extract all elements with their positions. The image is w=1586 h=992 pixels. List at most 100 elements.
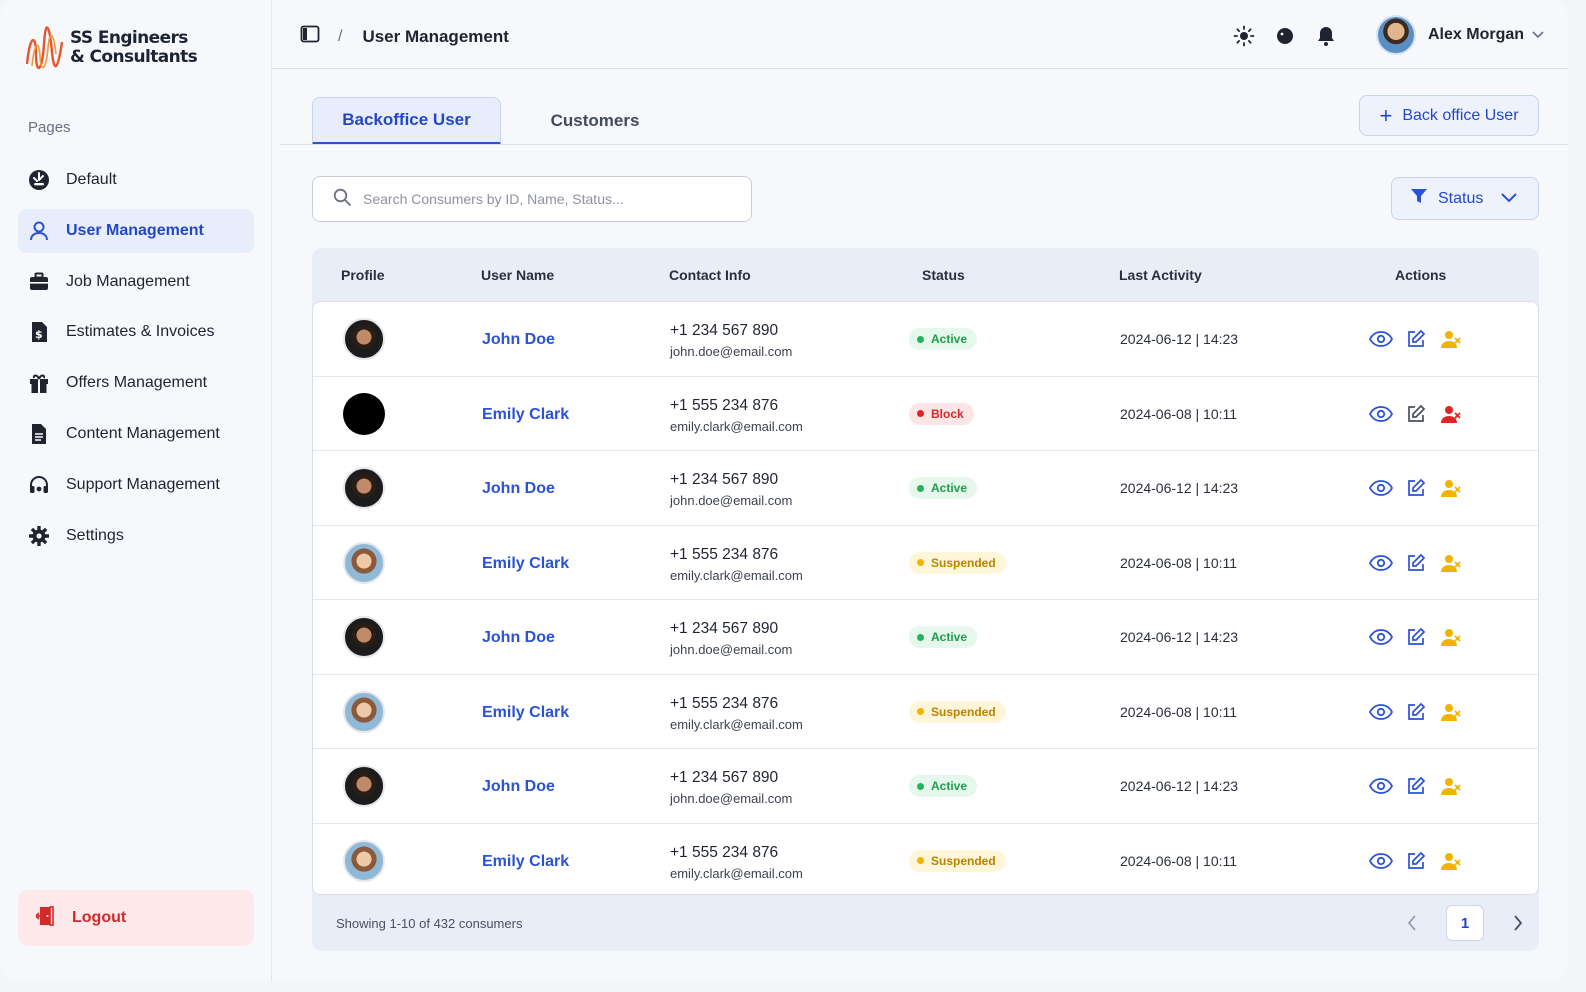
user-block-icon[interactable] — [1439, 327, 1463, 351]
phone-number: +1 234 567 890 — [670, 769, 779, 786]
sidebar-item-label: Default — [66, 171, 117, 188]
view-icon[interactable] — [1369, 625, 1393, 649]
table-row: Emily Clark +1 555 234 876 emily.clark@e… — [313, 526, 1538, 600]
sidebar: SS Engineers & Consultants Pages Default… — [0, 0, 272, 981]
sidebar-item-label: Job Management — [66, 272, 190, 290]
edit-icon[interactable] — [1404, 774, 1428, 798]
brand-logo[interactable]: SS Engineers & Consultants — [24, 24, 198, 72]
notification-bell-icon[interactable] — [1314, 24, 1338, 48]
page-number-button[interactable]: 1 — [1446, 905, 1484, 941]
user-name-link[interactable]: Emily Clark — [482, 704, 569, 722]
user-block-icon[interactable] — [1439, 625, 1463, 649]
tab-customers[interactable]: Customers — [530, 97, 660, 145]
row-actions — [1369, 551, 1474, 575]
search-icon — [333, 188, 351, 211]
logout-button[interactable]: Logout — [18, 890, 254, 946]
page-title: User Management — [362, 26, 509, 46]
user-block-icon[interactable] — [1439, 849, 1463, 873]
avatar — [343, 839, 385, 882]
sidebar-toggle-icon[interactable] — [300, 25, 320, 48]
last-activity: 2024-06-08 | 10:11 — [1120, 852, 1238, 869]
column-header-contact-info: Contact Info — [669, 267, 751, 283]
add-button-label: Back office User — [1402, 106, 1519, 124]
user-block-icon[interactable] — [1439, 700, 1463, 724]
light-mode-icon[interactable] — [1232, 24, 1256, 48]
add-backoffice-user-button[interactable]: + Back office User — [1359, 95, 1539, 136]
edit-icon[interactable] — [1404, 700, 1428, 724]
tab-backoffice-user[interactable]: Backoffice User — [312, 97, 501, 145]
view-icon[interactable] — [1369, 849, 1393, 873]
sidebar-item-label: Content Management — [66, 424, 220, 442]
logout-icon — [34, 905, 62, 932]
user-name-link[interactable]: John Doe — [482, 480, 555, 498]
edit-icon[interactable] — [1404, 327, 1428, 351]
status-label: Suspended — [931, 555, 996, 570]
next-page-button[interactable] — [1508, 905, 1528, 941]
last-activity: 2024-06-12 | 14:23 — [1120, 480, 1239, 496]
last-activity: 2024-06-08 | 10:11 — [1120, 703, 1238, 720]
row-actions — [1369, 700, 1474, 724]
phone-number: +1 555 234 876 — [670, 396, 779, 414]
sidebar-item-default[interactable]: Default — [18, 158, 254, 202]
user-name-link[interactable]: John Doe — [482, 778, 555, 796]
chevron-down-icon — [1501, 190, 1518, 208]
view-icon[interactable] — [1369, 327, 1393, 351]
sidebar-item-content-management[interactable]: Content Management — [18, 412, 254, 456]
user-name-link[interactable]: Emily Clark — [482, 406, 569, 424]
avatar — [343, 318, 385, 360]
sidebar-nav: Default User Management Job Management $… — [18, 158, 254, 564]
phone-number: +1 555 234 876 — [670, 694, 779, 712]
edit-icon[interactable] — [1404, 551, 1428, 575]
user-name-link[interactable]: John Doe — [482, 629, 555, 647]
user-name-link[interactable]: John Doe — [482, 331, 555, 349]
edit-icon[interactable] — [1404, 849, 1428, 873]
sidebar-item-offers-management[interactable]: Offers Management — [18, 361, 254, 405]
avatar — [343, 541, 385, 584]
user-block-icon[interactable] — [1439, 774, 1463, 798]
invoice-icon: $ — [28, 321, 50, 343]
user-name-link[interactable]: Emily Clark — [482, 555, 569, 573]
status-dot — [917, 484, 924, 492]
edit-icon[interactable] — [1404, 625, 1428, 649]
edit-icon[interactable] — [1404, 476, 1428, 500]
sidebar-item-settings[interactable]: Settings — [18, 514, 254, 558]
avatar — [343, 765, 385, 807]
headset-icon — [28, 474, 50, 496]
sidebar-item-support-management[interactable]: Support Management — [18, 463, 254, 507]
sidebar-item-job-management[interactable]: Job Management — [18, 260, 254, 304]
status-label: Suspended — [931, 853, 996, 868]
view-icon[interactable] — [1369, 774, 1393, 798]
phone-number: +1 555 234 876 — [670, 545, 779, 563]
view-icon[interactable] — [1369, 476, 1393, 500]
sidebar-item-user-management[interactable]: User Management — [18, 208, 254, 253]
last-activity: 2024-06-08 | 10:11 — [1120, 554, 1238, 571]
user-block-icon[interactable] — [1439, 402, 1463, 426]
breadcrumb-separator: / — [338, 27, 343, 45]
status-badge: Active — [909, 477, 978, 499]
status-label: Suspended — [931, 704, 996, 719]
sidebar-item-label: Estimates & Invoices — [66, 323, 215, 341]
status-filter-dropdown[interactable]: Status — [1391, 177, 1539, 220]
table-row: John Doe +1 234 567 890 john.doe@email.c… — [313, 302, 1538, 377]
sidebar-item-estimates-invoices[interactable]: $ Estimates & Invoices — [18, 310, 254, 354]
status-label: Block — [931, 406, 964, 421]
user-block-icon[interactable] — [1439, 551, 1463, 575]
email-address: john.doe@email.com — [670, 344, 793, 359]
theme-icon[interactable] — [1273, 24, 1297, 48]
user-name: Alex Morgan — [1428, 26, 1525, 43]
search-input[interactable] — [363, 191, 743, 207]
prev-page-button[interactable] — [1402, 905, 1422, 941]
status-badge: Active — [909, 626, 978, 648]
user-block-icon[interactable] — [1439, 476, 1463, 500]
status-dot — [917, 410, 924, 417]
view-icon[interactable] — [1369, 700, 1393, 724]
user-menu[interactable]: Alex Morgan — [1376, 15, 1544, 55]
status-label: Active — [931, 630, 968, 644]
view-icon[interactable] — [1369, 402, 1393, 426]
row-actions — [1369, 327, 1474, 351]
view-icon[interactable] — [1369, 551, 1393, 575]
edit-icon[interactable] — [1404, 402, 1428, 426]
user-name-link[interactable]: Emily Clark — [482, 853, 569, 871]
status-badge: Suspended — [909, 849, 1006, 872]
email-address: emily.clark@email.com — [670, 865, 803, 881]
